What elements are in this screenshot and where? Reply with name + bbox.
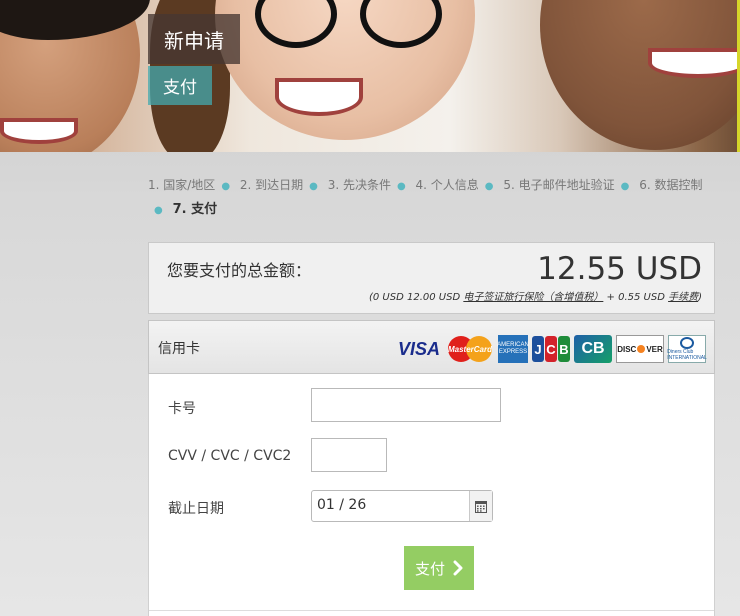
cvv-label: CVV / CVC / CVC2	[168, 448, 292, 464]
discover-text-b: VER	[646, 344, 663, 354]
breakdown-prefix: (0 USD 12.00 USD	[368, 292, 461, 303]
cvv-input[interactable]	[311, 438, 387, 472]
step-separator-dot: ●	[484, 181, 494, 192]
diners-club-logo-icon: Diners Club INTERNATIONAL	[667, 335, 707, 363]
cb-logo-icon: CB	[574, 335, 612, 363]
hero-photo-smile-center	[275, 78, 363, 116]
total-amount: 12.55 USD	[537, 251, 702, 287]
step-1: 1. 国家/地区	[148, 178, 216, 192]
jcb-letter-j: J	[532, 336, 544, 362]
visa-logo-icon: VISA	[397, 338, 440, 359]
step-3: 3. 先决条件	[327, 178, 391, 192]
step-2: 2. 到达日期	[239, 178, 304, 192]
card-number-label: 卡号	[168, 401, 196, 417]
step-4: 4. 个人信息	[415, 178, 479, 192]
mastercard-logo-icon: MasterCard	[446, 335, 494, 363]
discover-logo-icon: DISC VER	[616, 335, 664, 363]
pay-button[interactable]: 支付	[404, 546, 474, 590]
credit-card-header[interactable]: 信用卡 VISA MasterCard AMERICAN EXPRESS J C…	[148, 320, 715, 374]
chevron-right-icon	[453, 560, 463, 576]
hero-banner: 新申请 支付	[0, 0, 740, 152]
insurance-link[interactable]: 电子签证旅行保险（含增值税）	[463, 292, 603, 303]
total-label: 您要支付的总金额：	[167, 261, 312, 280]
diners-ring	[680, 337, 694, 349]
expiry-date-value: 01 / 26	[317, 497, 367, 513]
step-separator-dot: ●	[154, 205, 163, 216]
form-divider	[149, 610, 714, 611]
calendar-icon[interactable]	[469, 491, 492, 521]
total-summary: 您要支付的总金额： 12.55 USD (0 USD 12.00 USD 电子签…	[148, 242, 715, 314]
step-6: 6. 数据控制	[639, 178, 703, 192]
step-separator-dot: ●	[221, 181, 231, 192]
step-separator-dot: ●	[309, 181, 318, 192]
amex-logo-icon: AMERICAN EXPRESS	[497, 335, 529, 363]
discover-text-a: DISC	[617, 344, 637, 354]
page-title: 新申请	[148, 14, 240, 64]
fee-link[interactable]: 手续费	[668, 292, 698, 303]
discover-orange-dot	[637, 345, 646, 353]
hero-photo-smile-right	[648, 48, 740, 78]
credit-card-form: 卡号 CVV / CVC / CVC2 截止日期 01 / 26 支付	[148, 374, 715, 616]
card-number-input[interactable]	[311, 388, 501, 422]
hero-photo-smile	[0, 118, 78, 144]
breakdown-suffix: )	[698, 292, 702, 303]
progress-steps: 1. 国家/地区 ● 2. 到达日期 ● 3. 先决条件 ● 4. 个人信息 ● 5. …	[148, 174, 723, 222]
diners-logo-text: Diners Club INTERNATIONAL	[667, 349, 707, 361]
jcb-letter-b: B	[558, 336, 570, 362]
page-subtitle: 支付	[148, 66, 212, 105]
step-separator-dot: ●	[620, 181, 630, 192]
step-7-current: 7. 支付	[172, 202, 218, 217]
jcb-logo-icon: J C B	[532, 335, 570, 363]
step-separator-dot: ●	[396, 181, 406, 192]
total-breakdown: (0 USD 12.00 USD 电子签证旅行保险（含增值税） + 0.55 U…	[369, 288, 702, 303]
calendar-glyph	[475, 500, 487, 513]
mastercard-logo-text: MasterCard	[447, 344, 492, 354]
expiry-date-picker[interactable]: 01 / 26	[311, 490, 493, 522]
breakdown-middle: + 0.55 USD	[606, 292, 665, 303]
card-logos: VISA MasterCard AMERICAN EXPRESS J C B C…	[396, 335, 707, 363]
step-5: 5. 电子邮件地址验证	[503, 178, 615, 192]
expiry-label: 截止日期	[168, 501, 224, 517]
jcb-letter-c: C	[545, 336, 557, 362]
pay-button-label: 支付	[414, 559, 445, 578]
credit-card-label: 信用卡	[158, 341, 200, 357]
